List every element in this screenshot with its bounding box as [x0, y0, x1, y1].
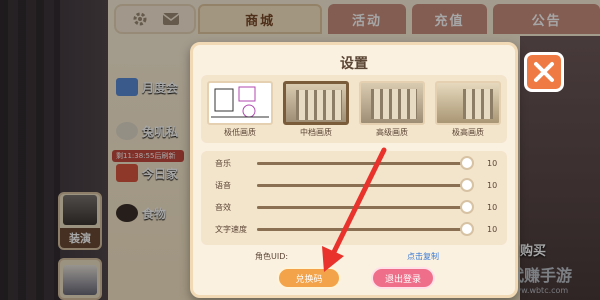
slider-label: 文字速度	[215, 224, 247, 234]
quality-label: 极高画质	[452, 128, 484, 137]
slider-label: 音效	[215, 202, 231, 212]
audio-settings: 音乐 10 语音 10 音效 10 文字速度 10	[201, 151, 507, 245]
slider-track[interactable]	[257, 177, 474, 192]
slider-knob[interactable]	[460, 199, 474, 214]
quality-label: 高级画质	[376, 128, 408, 137]
slider-value: 10	[487, 180, 498, 190]
slider-knob[interactable]	[460, 155, 474, 170]
slider-label: 音乐	[215, 158, 231, 168]
slider-value: 10	[487, 202, 498, 212]
quality-option-very-high[interactable]: 极高画质	[433, 81, 503, 139]
slider-value: 10	[487, 158, 498, 168]
logout-button[interactable]: 退出登录	[371, 267, 435, 289]
uid-row: 角色UID: 点击复制	[193, 251, 515, 265]
slider-knob[interactable]	[460, 221, 474, 236]
slider-value: 10	[487, 224, 498, 234]
slider-knob[interactable]	[460, 177, 474, 192]
slider-music: 音乐 10	[201, 153, 507, 173]
quality-thumbnail	[207, 81, 273, 125]
quality-thumbnail	[283, 81, 349, 125]
quality-option-medium[interactable]: 中档画质	[281, 81, 351, 139]
slider-label: 语音	[215, 180, 231, 190]
slider-track[interactable]	[257, 155, 474, 170]
slider-track[interactable]	[257, 199, 474, 214]
quality-thumbnail	[359, 81, 425, 125]
slider-voice: 语音 10	[201, 175, 507, 195]
dialog-title: 设置	[340, 56, 368, 72]
quality-option-very-low[interactable]: 极低画质	[205, 81, 275, 139]
quality-option-high[interactable]: 高级画质	[357, 81, 427, 139]
settings-dialog: 设置 极低画质 中档画质 高级画质 极高画质 音乐 10 语音 10 音效 10…	[190, 42, 518, 298]
quality-thumbnail	[435, 81, 501, 125]
slider-track[interactable]	[257, 221, 474, 236]
graphics-quality-selector: 极低画质 中档画质 高级画质 极高画质	[201, 75, 507, 143]
close-icon	[534, 62, 554, 82]
quality-label: 中档画质	[300, 128, 332, 137]
copy-uid-link[interactable]: 点击复制	[407, 251, 439, 262]
slider-text-speed: 文字速度 10	[201, 219, 507, 239]
redeem-code-button[interactable]: 兑换码	[277, 267, 341, 289]
slider-sfx: 音效 10	[201, 197, 507, 217]
uid-label: 角色UID:	[255, 252, 289, 261]
close-button[interactable]	[524, 52, 564, 92]
quality-label: 极低画质	[224, 128, 256, 137]
